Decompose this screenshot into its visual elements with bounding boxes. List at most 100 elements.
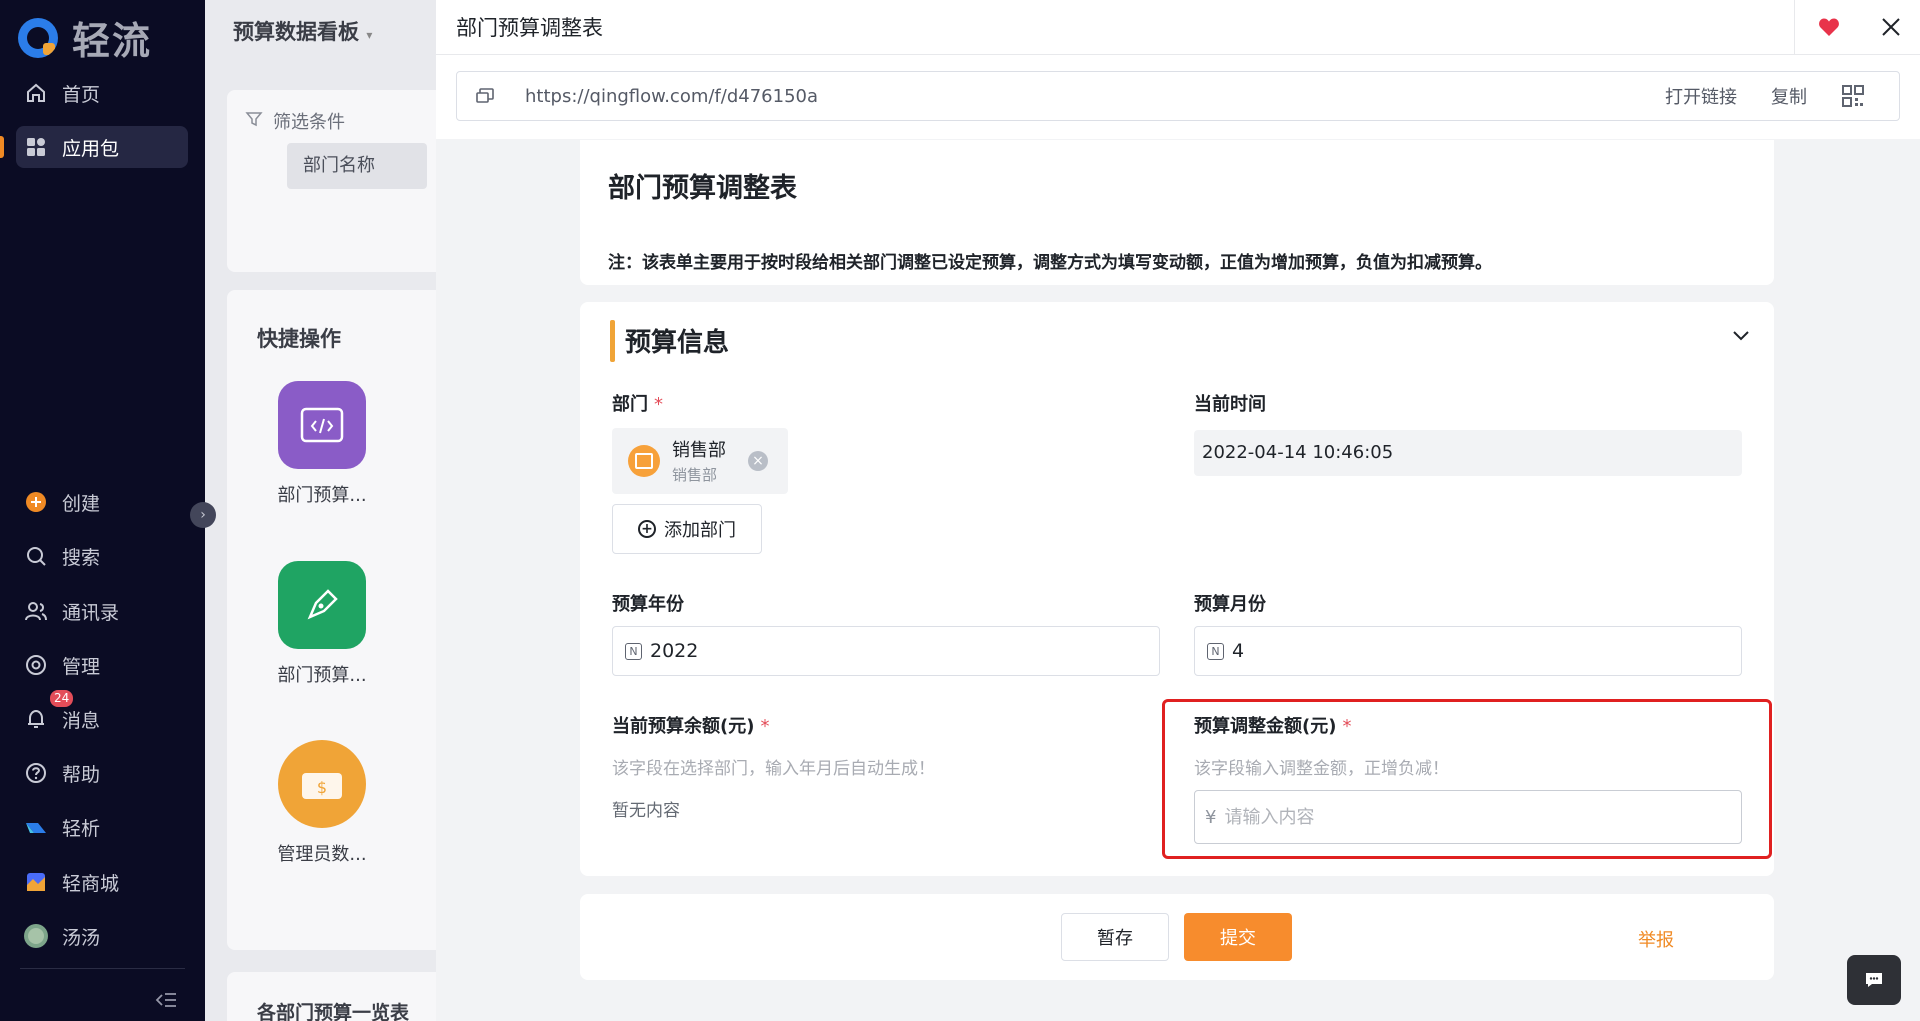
sidebar-item-label: 管理 xyxy=(62,655,101,678)
quick-app-name: 部门预算... xyxy=(277,485,367,506)
quick-ops-title: 快捷操作 xyxy=(257,327,341,351)
copy-link-button[interactable]: 复制 xyxy=(1771,83,1807,109)
divider xyxy=(1794,0,1795,54)
close-icon[interactable] xyxy=(1874,10,1908,44)
contacts-icon xyxy=(24,599,48,623)
dept-path: 销售部 xyxy=(672,466,718,484)
open-link-button[interactable]: 打开链接 xyxy=(1665,83,1737,109)
analytics-icon xyxy=(24,815,48,839)
drawer-title: 部门预算调整表 xyxy=(456,16,603,40)
form-note: 注：该表单主要用于按时段给相关部门调整已设定预算，调整方式为填写变动额，正值为增… xyxy=(608,253,1492,273)
section-title: 预算信息 xyxy=(625,328,730,358)
time-label: 当前时间 xyxy=(1194,394,1266,415)
sidebar-item-label: 轻商城 xyxy=(62,872,120,895)
balance-hint: 该字段在选择部门，输入年月后自动生成！ xyxy=(612,759,935,779)
qrcode-icon[interactable] xyxy=(1841,84,1865,108)
form-drawer: 部门预算调整表 https://qingflow.com/f/d476150a … xyxy=(436,0,1920,1021)
quick-app-name: 管理员数... xyxy=(277,844,367,865)
quick-app[interactable]: $ 管理员数... xyxy=(270,740,374,866)
window-icon xyxy=(457,87,513,105)
balance-empty-value: 暂无内容 xyxy=(612,801,680,821)
sidebar: 轻流 首页 应用包 创建 搜索 通讯录 管理 消息 24 帮助 轻析 轻商城 汤… xyxy=(0,0,205,1021)
month-field[interactable]: N 4 xyxy=(1194,626,1742,676)
help-icon xyxy=(24,761,48,785)
store-icon xyxy=(24,870,48,894)
drawer-header: 部门预算调整表 xyxy=(436,0,1920,55)
submit-button[interactable]: 提交 xyxy=(1184,913,1292,961)
code-icon xyxy=(278,381,366,469)
sidebar-item-create[interactable]: 创建 xyxy=(16,481,188,523)
brand-name: 轻流 xyxy=(72,19,153,63)
dept-label: 部门 * xyxy=(612,394,663,415)
logo-icon xyxy=(18,17,58,58)
year-label: 预算年份 xyxy=(612,594,684,615)
chat-icon[interactable] xyxy=(1847,955,1901,1005)
quick-app-name: 部门预算... xyxy=(277,665,367,686)
sidebar-item-manage[interactable]: 管理 xyxy=(16,644,188,686)
save-draft-button[interactable]: 暂存 xyxy=(1061,913,1169,961)
collapse-sidebar-icon[interactable] xyxy=(155,990,177,1014)
bell-icon xyxy=(24,707,48,731)
sidebar-item-home[interactable]: 首页 xyxy=(16,72,188,114)
background-page: 预算数据看板 ▾ 筛选条件 部门名称 快捷操作 部门预算... 部门预算... … xyxy=(205,0,436,1021)
quick-app[interactable]: 部门预算... xyxy=(270,561,374,687)
filter-chip[interactable]: 部门名称 xyxy=(287,143,427,189)
year-field[interactable]: N 2022 xyxy=(612,626,1160,676)
share-link-area: https://qingflow.com/f/d476150a 打开链接 复制 xyxy=(436,55,1920,139)
settings-icon xyxy=(24,653,48,677)
plus-circle-icon xyxy=(24,490,48,514)
section-accent-bar xyxy=(610,320,615,362)
report-link[interactable]: 举报 xyxy=(1638,926,1674,952)
current-time-value: 2022-04-14 10:46:05 xyxy=(1194,430,1742,476)
share-link-bar: https://qingflow.com/f/d476150a 打开链接 复制 xyxy=(456,71,1900,121)
sidebar-item-user[interactable]: 汤汤 xyxy=(16,915,188,957)
active-indicator xyxy=(0,136,4,158)
bottom-card-title: 各部门预算一览表 xyxy=(257,1002,410,1021)
divider xyxy=(20,968,185,969)
sidebar-item-analytics[interactable]: 轻析 xyxy=(16,806,188,848)
sidebar-item-label: 搜索 xyxy=(62,546,101,569)
svg-text:$: $ xyxy=(317,778,327,797)
home-icon xyxy=(24,81,48,105)
sidebar-item-messages[interactable]: 消息 xyxy=(16,698,188,740)
favorite-heart-icon[interactable] xyxy=(1814,12,1844,42)
money-icon: $ xyxy=(278,740,366,828)
sidebar-item-label: 通讯录 xyxy=(62,601,120,624)
sidebar-item-label: 创建 xyxy=(62,492,101,515)
pen-icon xyxy=(278,561,366,649)
number-icon: N xyxy=(625,642,642,660)
sidebar-item-label: 汤汤 xyxy=(62,926,101,949)
quick-app[interactable]: 部门预算... xyxy=(270,381,374,507)
share-link-url[interactable]: https://qingflow.com/f/d476150a xyxy=(513,86,1665,107)
month-label: 预算月份 xyxy=(1194,594,1266,615)
user-avatar xyxy=(24,924,48,948)
number-icon: N xyxy=(1207,642,1224,660)
chevron-down-icon[interactable] xyxy=(1730,324,1756,350)
filter-label: 筛选条件 xyxy=(245,108,345,134)
sidebar-item-apps[interactable]: 应用包 xyxy=(16,126,188,168)
dept-icon xyxy=(628,445,660,477)
sidebar-item-label: 轻析 xyxy=(62,817,101,840)
dept-name: 销售部 xyxy=(672,440,726,461)
search-icon xyxy=(24,544,48,568)
dashboard-title[interactable]: 预算数据看板 ▾ xyxy=(233,16,372,46)
remove-dept-icon[interactable]: × xyxy=(748,451,768,471)
sidebar-item-contacts[interactable]: 通讯录 xyxy=(16,590,188,632)
sidebar-item-label: 帮助 xyxy=(62,763,101,786)
sidebar-item-store[interactable]: 轻商城 xyxy=(16,861,188,903)
highlight-box xyxy=(1162,699,1772,859)
add-dept-button[interactable]: + 添加部门 xyxy=(612,504,762,554)
selected-dept-chip: 销售部 销售部 × xyxy=(612,428,788,494)
brand-logo[interactable]: 轻流 xyxy=(18,10,152,65)
plus-circle-icon: + xyxy=(638,520,656,538)
sidebar-item-label: 应用包 xyxy=(62,137,120,160)
sidebar-item-search[interactable]: 搜索 xyxy=(16,535,188,577)
sidebar-item-label: 首页 xyxy=(62,83,101,106)
form-header-card: 部门预算调整表 注：该表单主要用于按时段给相关部门调整已设定预算，调整方式为填写… xyxy=(580,140,1774,285)
form-footer: 暂存 提交 举报 xyxy=(580,894,1774,980)
form-title: 部门预算调整表 xyxy=(608,173,797,204)
chevron-right-icon[interactable]: › xyxy=(190,502,216,528)
sidebar-item-help[interactable]: 帮助 xyxy=(16,752,188,794)
filter-icon xyxy=(245,110,263,133)
apps-icon xyxy=(24,135,48,159)
